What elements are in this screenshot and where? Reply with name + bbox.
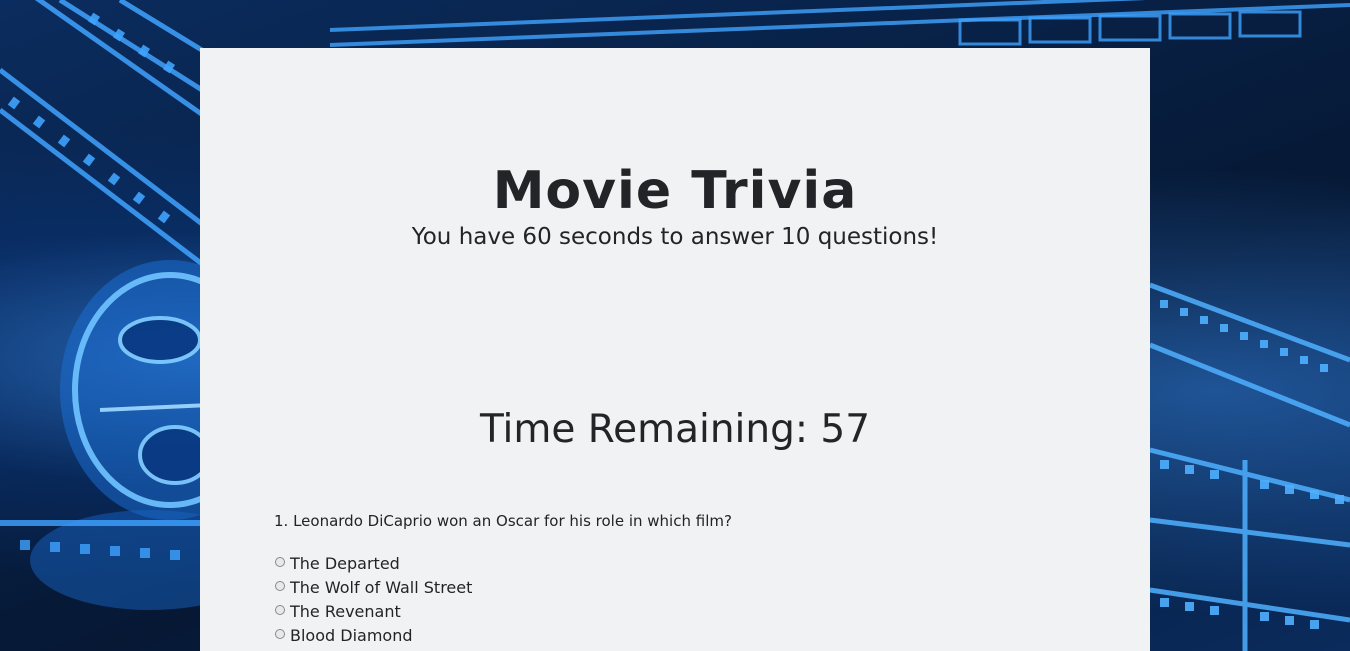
- page-title: Movie Trivia: [492, 161, 858, 221]
- radio-button[interactable]: [275, 605, 285, 615]
- radio-button[interactable]: [275, 581, 285, 591]
- answer-option[interactable]: The Departed: [275, 551, 472, 575]
- page-subtitle: You have 60 seconds to answer 10 questio…: [411, 224, 939, 250]
- trivia-card: Movie Trivia You have 60 seconds to answ…: [200, 48, 1150, 651]
- radio-button[interactable]: [275, 557, 285, 567]
- answer-option[interactable]: The Wolf of Wall Street: [275, 575, 472, 599]
- answer-option-label: The Wolf of Wall Street: [290, 577, 473, 597]
- answer-option-label: The Revenant: [290, 601, 401, 621]
- answer-option[interactable]: The Revenant: [275, 599, 472, 623]
- answer-option-label: Blood Diamond: [290, 625, 413, 645]
- question-text: 1. Leonardo DiCaprio won an Oscar for hi…: [274, 512, 732, 530]
- radio-button[interactable]: [275, 629, 285, 639]
- answer-options: The Departed The Wolf of Wall Street The…: [275, 551, 472, 647]
- time-remaining: Time Remaining: 57: [479, 407, 871, 452]
- answer-option-label: The Departed: [290, 553, 400, 573]
- answer-option[interactable]: Blood Diamond: [275, 623, 472, 647]
